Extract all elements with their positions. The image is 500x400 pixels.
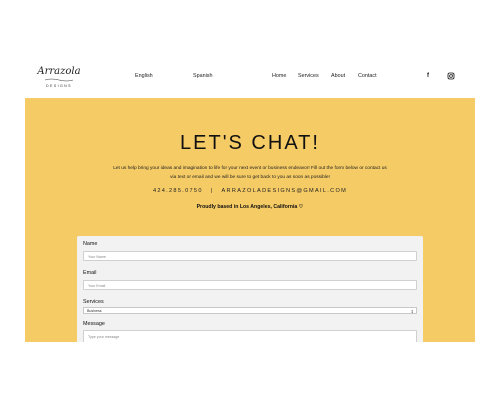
message-label: Message — [83, 321, 105, 327]
nav-about[interactable]: About — [331, 73, 345, 79]
language-spanish-link[interactable]: Spanish — [193, 73, 212, 79]
contact-separator: | — [210, 188, 214, 194]
email-field[interactable]: Your Email — [83, 280, 417, 290]
logo[interactable]: Arrazola DESIGNS — [35, 66, 83, 92]
phone-link[interactable]: 424.285.0750 — [153, 188, 203, 194]
email-link[interactable]: ARRAZOLADESIGNS@GMAIL.COM — [222, 188, 348, 194]
facebook-icon[interactable]: f — [424, 72, 432, 80]
nav-home[interactable]: Home — [272, 73, 286, 79]
logo-flourish-icon — [44, 78, 74, 82]
contact-hero-section: LET'S CHAT! Let us help bring your ideas… — [25, 98, 475, 342]
services-select[interactable]: Business ⇕ — [83, 307, 417, 314]
services-label: Services — [83, 299, 104, 305]
site-header: Arrazola DESIGNS English Spanish Home Se… — [25, 60, 475, 96]
name-label: Name — [83, 241, 98, 247]
location-text: Proudly based in Los Angeles, California… — [196, 204, 304, 210]
select-arrows-icon: ⇕ — [410, 309, 414, 314]
instagram-icon[interactable] — [447, 72, 455, 80]
contact-info: 424.285.0750 | ARRAZOLADESIGNS@GMAIL.COM — [25, 188, 475, 194]
nav-services[interactable]: Services — [298, 73, 319, 79]
email-label: Email — [83, 270, 97, 276]
message-textarea[interactable]: Type your message — [83, 330, 417, 342]
logo-subtitle: DESIGNS — [46, 84, 72, 88]
name-field[interactable]: Your Name — [83, 251, 417, 261]
intro-text: Let us help bring your ideas and imagina… — [113, 166, 387, 180]
logo-script-text: Arrazola — [37, 66, 81, 77]
language-english-link[interactable]: English — [135, 73, 153, 79]
contact-form: Name Your Name Email Your Email Services… — [77, 236, 423, 342]
page-title: LET'S CHAT! — [180, 132, 320, 154]
nav-contact[interactable]: Contact — [358, 73, 377, 79]
services-selected-value: Business — [87, 309, 102, 313]
